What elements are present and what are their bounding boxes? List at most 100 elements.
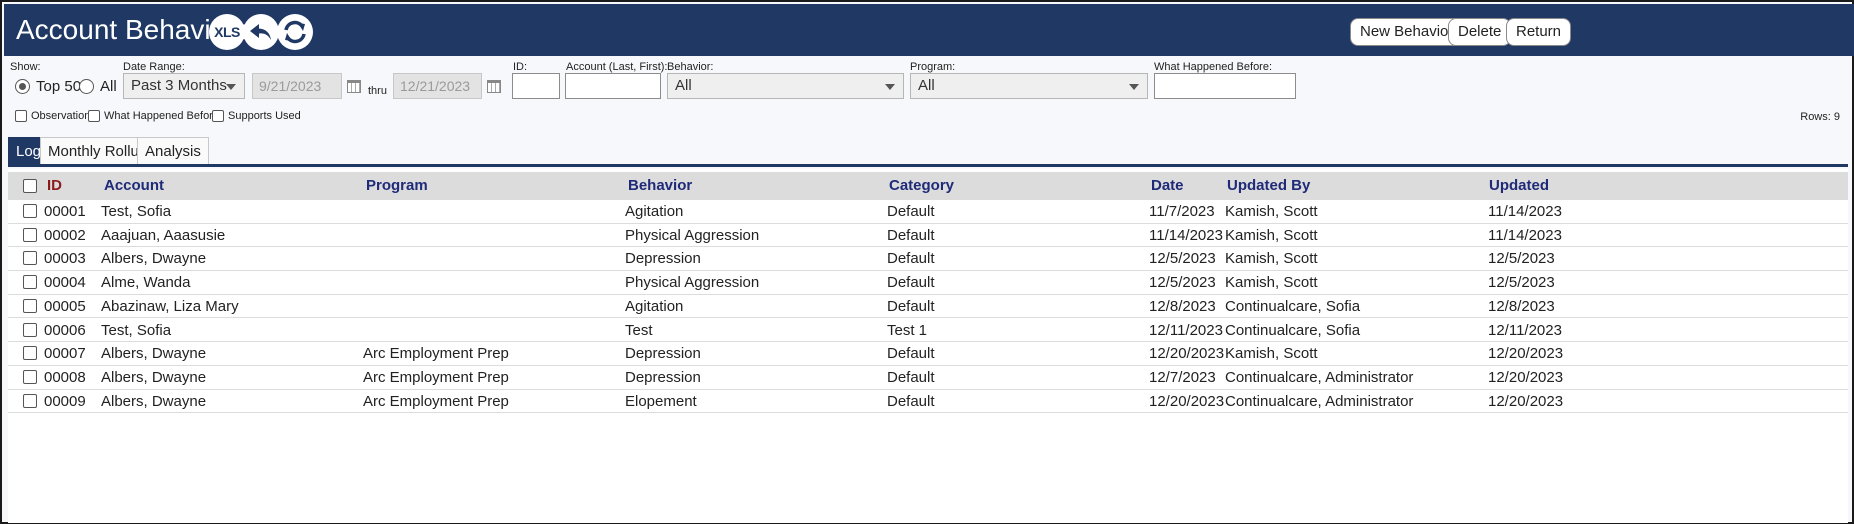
column-header-behavior[interactable]: Behavior [628, 177, 692, 194]
row-select-checkbox[interactable] [23, 275, 37, 290]
cell-updated-by: Kamish, Scott [1225, 345, 1318, 363]
cell-id: 00005 [44, 297, 86, 315]
cell-updated: 11/14/2023 [1488, 203, 1562, 220]
row-select-checkbox[interactable] [23, 227, 37, 242]
cell-date: 11/14/2023 [1149, 226, 1223, 244]
cell-category: Default [887, 226, 935, 244]
table-row[interactable]: 00007 Albers, Dwayne Arc Employment Prep De… [8, 342, 1848, 366]
date-range-label: Date Range: [123, 61, 185, 73]
cell-behavior: Physical Aggression [625, 274, 760, 292]
cell-date: 12/7/2023 [1149, 368, 1216, 386]
cell-id: 00006 [44, 321, 86, 339]
calendar-icon[interactable] [347, 80, 361, 93]
cell-date: 11/7/2023 [1149, 203, 1215, 220]
table-row[interactable]: 00004 Alme, Wanda Physical Aggression Defau… [8, 271, 1848, 295]
column-header-program[interactable]: Program [366, 177, 428, 194]
undo-arrow-glyph [250, 24, 271, 40]
cell-behavior: Elopement [625, 392, 697, 410]
row-select-checkbox[interactable] [23, 204, 37, 218]
excel-export-icon[interactable]: XLS [209, 14, 245, 50]
delete-button[interactable]: Delete [1448, 18, 1512, 46]
cell-id: 00009 [44, 392, 86, 410]
date-range-select[interactable]: Past 3 Months [123, 73, 245, 99]
return-button[interactable]: Return [1506, 18, 1572, 46]
cell-behavior: Depression [625, 250, 701, 268]
checkbox-box [88, 110, 100, 122]
program-label: Program: [910, 61, 956, 73]
program-select[interactable]: All [910, 73, 1148, 99]
cell-updated: 12/11/2023 [1488, 321, 1562, 339]
refresh-icon[interactable] [277, 14, 313, 50]
new-behavior-button[interactable]: New Behavior [1350, 18, 1464, 46]
cell-id: 00002 [44, 226, 86, 244]
cell-account: Albers, Dwayne [101, 368, 207, 386]
cell-account: Albers, Dwayne [101, 392, 207, 410]
table-row[interactable]: 00005 Abazinaw, Liza Mary Agitation Default… [8, 295, 1848, 319]
cell-updated-by: Kamish, Scott [1225, 274, 1318, 292]
chevron-down-icon [226, 84, 236, 90]
table-row[interactable]: 00003 Albers, Dwayne Depression Default 12/5… [8, 247, 1848, 272]
row-select-checkbox[interactable] [23, 251, 37, 266]
checkbox-box [15, 110, 27, 122]
thru-label: thru [368, 85, 387, 97]
cell-program: Arc Employment Prep [363, 392, 509, 410]
undo-arrow-icon[interactable] [243, 14, 279, 50]
row-select-checkbox[interactable] [23, 322, 37, 337]
row-select-checkbox[interactable] [23, 369, 37, 384]
id-input[interactable] [512, 73, 560, 99]
select-all-checkbox[interactable] [23, 179, 37, 193]
cell-updated-by: Continualcare, Administrator [1225, 368, 1414, 386]
cell-date: 12/8/2023 [1149, 297, 1216, 315]
tab-underline [8, 164, 1848, 167]
column-header-date[interactable]: Date [1151, 177, 1184, 194]
behavior-select[interactable]: All [667, 73, 904, 99]
cell-account: Abazinaw, Liza Mary [101, 297, 239, 315]
cell-date: 12/20/2023 [1149, 345, 1225, 363]
column-header-account[interactable]: Account [104, 177, 164, 194]
column-header-updated-by[interactable]: Updated By [1227, 177, 1310, 194]
row-select-checkbox[interactable] [23, 298, 37, 313]
table-header: ID Account Program Behavior Category Dat… [8, 172, 1848, 200]
cell-account: Test, Sofia [101, 203, 172, 220]
tab-analysis[interactable]: Analysis [137, 137, 209, 165]
column-header-category[interactable]: Category [889, 177, 954, 194]
column-header-id[interactable]: ID [47, 177, 62, 194]
account-input[interactable] [565, 73, 661, 99]
cell-updated-by: Continualcare, Sofia [1225, 297, 1361, 315]
calendar-icon[interactable] [487, 80, 501, 93]
what-happened-before-checkbox[interactable]: What Happened Before [88, 110, 219, 122]
show-all-radio[interactable]: All [79, 78, 117, 95]
cell-category: Default [887, 297, 935, 315]
cell-behavior: Depression [625, 345, 701, 363]
cell-account: Albers, Dwayne [101, 250, 207, 268]
cell-behavior: Agitation [625, 203, 684, 220]
show-top50-radio[interactable]: Top 50 [15, 78, 81, 95]
observation-checkbox[interactable]: Observation [15, 110, 90, 122]
cell-updated: 12/5/2023 [1488, 274, 1555, 292]
cell-account: Albers, Dwayne [101, 345, 207, 363]
cell-date: 12/5/2023 [1149, 274, 1216, 292]
cell-behavior: Physical Aggression [625, 226, 760, 244]
cell-updated: 12/20/2023 [1488, 392, 1564, 410]
cell-updated: 12/8/2023 [1488, 297, 1555, 315]
table-row[interactable]: 00006 Test, Sofia Test Test 1 12/11/2023 Cont… [8, 319, 1848, 343]
what-happened-before-input[interactable] [1154, 73, 1296, 99]
table-row[interactable]: 00008 Albers, Dwayne Arc Employment Prep De… [8, 366, 1848, 390]
app-frame: Account Behaviors XLS New Behavior Delet… [0, 0, 1854, 524]
cell-category: Default [887, 368, 935, 386]
table-row[interactable]: 00001 Test, Sofia Agitation Default 11/7/202… [8, 200, 1848, 224]
column-header-updated[interactable]: Updated [1489, 177, 1549, 194]
cell-id: 00007 [44, 345, 86, 363]
cell-account: Aaajuan, Aaasusie [101, 226, 226, 244]
cell-category: Default [887, 392, 935, 410]
date-to-input[interactable] [393, 73, 482, 99]
date-from-input[interactable] [252, 73, 342, 99]
cell-date: 12/11/2023 [1149, 321, 1223, 339]
cell-category: Default [887, 274, 935, 292]
cell-updated-by: Kamish, Scott [1225, 203, 1318, 220]
row-select-checkbox[interactable] [23, 346, 37, 361]
supports-used-checkbox[interactable]: Supports Used [212, 110, 301, 122]
table-row[interactable]: 00009 Albers, Dwayne Arc Employment Prep El… [8, 390, 1848, 414]
table-row[interactable]: 00002 Aaajuan, Aaasusie Physical Aggressio… [8, 224, 1848, 248]
row-select-checkbox[interactable] [23, 393, 37, 408]
